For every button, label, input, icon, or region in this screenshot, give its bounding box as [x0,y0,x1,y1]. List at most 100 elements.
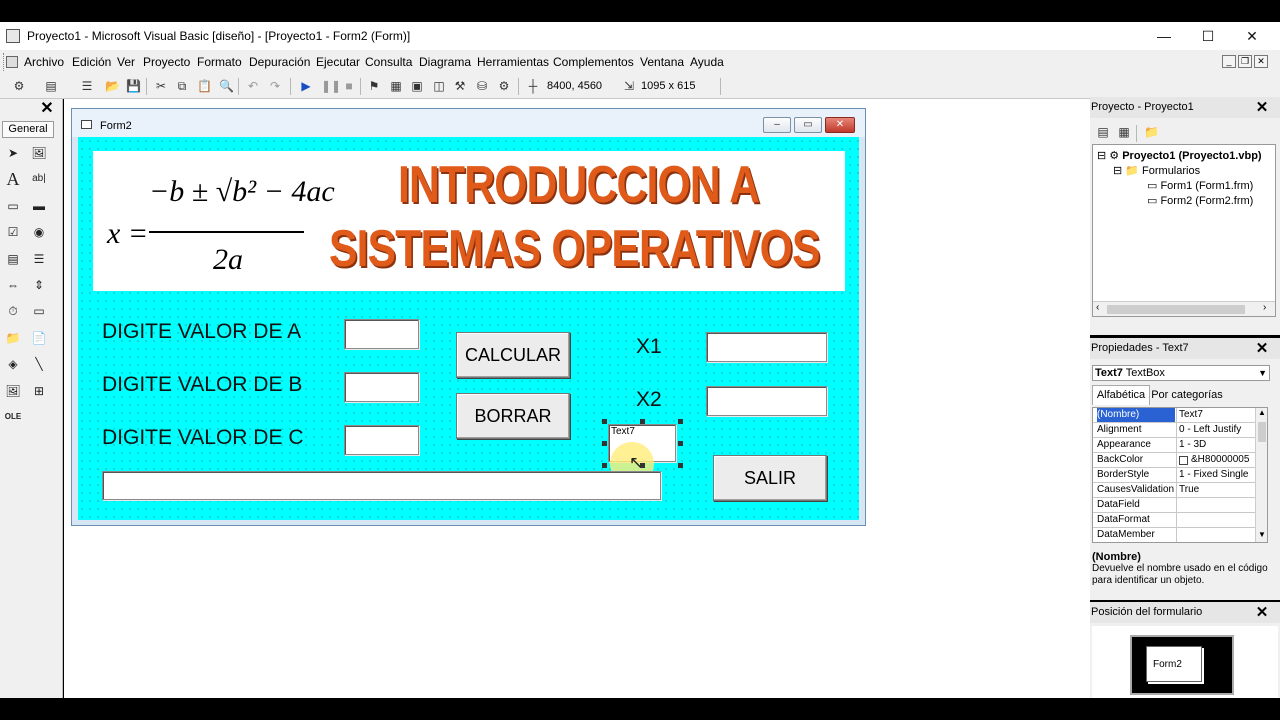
form-maximize-button[interactable]: ▭ [794,117,822,133]
mdi-close-button[interactable]: ✕ [1254,55,1268,68]
data-tool-icon[interactable]: ⊞ [29,381,49,401]
property-row[interactable]: DataField [1093,498,1255,513]
property-scroll-thumb[interactable] [1258,422,1266,442]
toolbox-icon[interactable]: ⚒ [453,79,467,93]
menu-ver[interactable]: Ver [117,55,135,69]
textbox-tool-icon[interactable]: ab| [29,169,49,189]
component-manager-icon[interactable]: ⚙ [497,79,511,93]
property-row[interactable]: BackColor &H80000005 [1093,453,1255,468]
menu-diagrama[interactable]: Diagrama [419,55,471,69]
copy-icon[interactable]: ⧉ [175,79,189,93]
form-layout-icon[interactable]: ▣ [410,79,424,93]
open-project-icon[interactable]: 📂 [105,79,120,93]
property-row[interactable]: (Nombre) Text7 [1093,408,1255,423]
commandbutton-tool-icon[interactable]: ▬ [29,196,49,216]
start-icon[interactable]: ▶ [299,79,313,93]
form2-designer-window[interactable]: Form2 – ▭ ✕ x = −b ± √b² − 4ac 2a INTROD… [71,108,866,526]
redo-icon[interactable]: ↷ [268,79,282,93]
tab-por-categorias[interactable]: Por categorías [1150,387,1224,405]
properties-pane-close-icon[interactable]: ✕ [1254,341,1270,357]
mdi-minimize-button[interactable]: _ [1222,55,1236,68]
menu-herramientas[interactable]: Herramientas [477,55,549,69]
selection-handle[interactable] [678,441,683,446]
undo-icon[interactable]: ↶ [246,79,260,93]
form-minimize-button[interactable]: – [763,117,791,133]
menu-complementos[interactable]: Complementos [553,55,634,69]
timer-tool-icon[interactable]: ⏱ [3,301,23,321]
picturebox-tool-icon[interactable]: 🖼 [29,143,49,163]
view-code-icon[interactable]: ▤ [1096,125,1110,139]
frame-tool-icon[interactable]: ▭ [3,196,23,216]
save-project-icon[interactable]: 💾 [126,79,141,93]
menu-archivo[interactable]: Archivo [24,55,64,69]
selection-handle[interactable] [602,419,607,424]
form2-layout-thumb[interactable]: Form2 [1146,646,1202,682]
project-explorer-icon[interactable]: ⚑ [367,79,381,93]
stop-icon[interactable]: ■ [342,79,356,93]
ole-tool-icon[interactable]: OLE [3,407,23,427]
salir-button[interactable]: SALIR [713,455,827,501]
textbox-x1[interactable] [706,332,827,362]
tree-scroll-thumb[interactable] [1107,305,1245,314]
object-selector[interactable]: Text7 TextBox ▼ [1092,365,1270,381]
menu-editor-icon[interactable]: ☰ [80,79,94,93]
tree-node-form2[interactable]: ▭ Form2 (Form2.frm) [1147,194,1253,207]
menu-consulta[interactable]: Consulta [365,55,412,69]
banner-image[interactable]: x = −b ± √b² − 4ac 2a INTRODUCCION A SIS… [93,151,845,291]
textbox-a[interactable] [344,319,419,349]
property-row[interactable]: DataFormat [1093,513,1255,528]
toolbox-tab-general[interactable]: General [2,121,54,138]
property-row[interactable]: BorderStyle 1 - Fixed Single [1093,468,1255,483]
textbox-result[interactable] [102,471,661,500]
cut-icon[interactable]: ✂ [154,79,168,93]
property-row[interactable]: CausesValidation True [1093,483,1255,498]
menu-proyecto[interactable]: Proyecto [143,55,190,69]
borrar-button[interactable]: BORRAR [456,393,570,439]
calcular-button[interactable]: CALCULAR [456,332,570,378]
tree-hscrollbar[interactable]: ‹ › [1093,301,1275,316]
find-icon[interactable]: 🔍 [219,79,234,93]
checkbox-tool-icon[interactable]: ☑ [3,222,23,242]
minimize-button[interactable]: — [1142,22,1186,50]
hscrollbar-tool-icon[interactable]: ⇔ [3,275,23,295]
object-browser-icon[interactable]: ◫ [432,79,446,93]
menu-ejecutar[interactable]: Ejecutar [316,55,360,69]
selection-handle[interactable] [602,463,607,468]
vscrollbar-tool-icon[interactable]: ⇕ [29,275,49,295]
shape-tool-icon[interactable]: ◈ [3,354,23,374]
mdi-restore-button[interactable]: ❐ [1238,55,1252,68]
add-form-icon[interactable]: ▤ [44,79,58,93]
form2-client-area[interactable]: x = −b ± √b² − 4ac 2a INTRODUCCION A SIS… [78,137,859,520]
textbox-x2[interactable] [706,386,827,416]
tree-node-formularios[interactable]: ⊟ 📁 Formularios [1113,164,1200,177]
form-system-icon[interactable] [6,56,18,68]
toggle-folders-icon[interactable]: 📁 [1144,125,1159,139]
selection-handle[interactable] [640,463,645,468]
add-project-icon[interactable]: ⚙ [12,79,26,93]
close-button[interactable]: ✕ [1230,22,1274,50]
project-pane-close-icon[interactable]: ✕ [1254,100,1270,116]
menu-depuracion[interactable]: Depuración [249,55,310,69]
property-row[interactable]: DataMember [1093,528,1255,542]
filelistbox-tool-icon[interactable]: 📄 [29,328,49,348]
form-close-button[interactable]: ✕ [825,117,855,133]
toolbox-close-icon[interactable]: ✕ [38,100,56,118]
menu-ventana[interactable]: Ventana [640,55,684,69]
label-tool-icon[interactable]: A [3,169,23,189]
combobox-tool-icon[interactable]: ▤ [3,249,23,269]
property-row[interactable]: Alignment 0 - Left Justify [1093,423,1255,438]
menu-edicion[interactable]: Edición [72,55,111,69]
line-tool-icon[interactable]: ╲ [29,354,49,374]
selection-handle[interactable] [602,441,607,446]
optionbutton-tool-icon[interactable]: ◉ [29,222,49,242]
paste-icon[interactable]: 📋 [197,79,212,93]
maximize-button[interactable]: ☐ [1186,22,1230,50]
selection-handle[interactable] [640,419,645,424]
pause-icon[interactable]: ❚❚ [321,79,341,93]
image-tool-icon[interactable]: 🖼 [3,381,23,401]
data-view-icon[interactable]: ⛁ [475,79,489,93]
formlayout-pane-close-icon[interactable]: ✕ [1254,605,1270,621]
menu-ayuda[interactable]: Ayuda [690,55,724,69]
textbox-b[interactable] [344,372,419,402]
tree-node-form1[interactable]: ▭ Form1 (Form1.frm) [1147,179,1253,192]
